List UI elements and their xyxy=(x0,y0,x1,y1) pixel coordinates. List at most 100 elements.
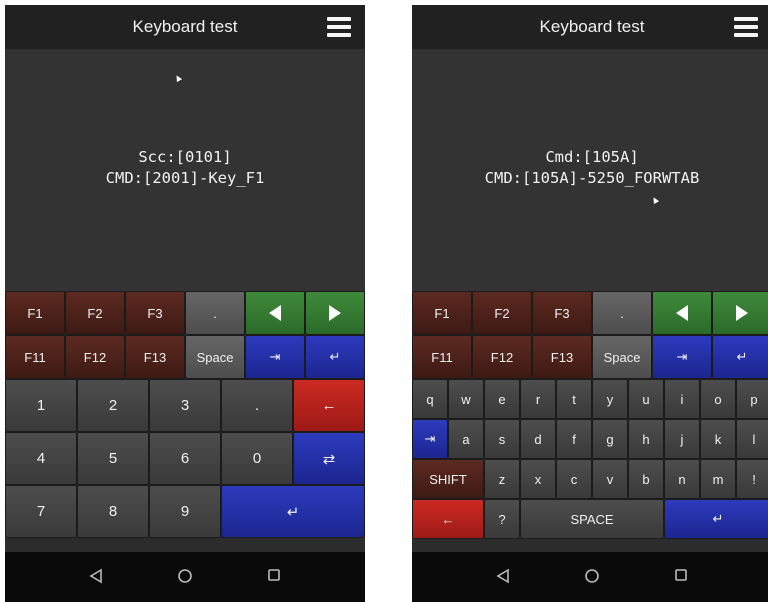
key-left-arrow[interactable] xyxy=(652,291,712,335)
key-f2[interactable]: F2 xyxy=(472,291,532,335)
key-j[interactable]: j xyxy=(664,419,700,459)
key-2[interactable]: 2 xyxy=(77,379,149,432)
key-f12[interactable]: F12 xyxy=(472,335,532,379)
key-enter[interactable]: ↵ xyxy=(305,335,365,379)
recents-icon[interactable] xyxy=(674,568,688,582)
key-k[interactable]: k xyxy=(700,419,736,459)
key-f1[interactable]: F1 xyxy=(5,291,65,335)
key-r[interactable]: r xyxy=(520,379,556,419)
key-f11[interactable]: F11 xyxy=(412,335,472,379)
enter-icon: ↵ xyxy=(286,503,300,521)
key-f12[interactable]: F12 xyxy=(65,335,125,379)
key-f2[interactable]: F2 xyxy=(65,291,125,335)
enter-icon: ↵ xyxy=(712,511,724,526)
key-f13[interactable]: F13 xyxy=(532,335,592,379)
key-x[interactable]: x xyxy=(520,459,556,499)
keyboard: F1 F2 F3 . F11 F12 F13 Space ⇥ ↵ q w e r… xyxy=(412,291,768,552)
key-decimal[interactable]: . xyxy=(221,379,293,432)
tab-icon: ⇥ xyxy=(424,431,436,446)
key-4[interactable]: 4 xyxy=(5,432,77,485)
key-space[interactable]: Space xyxy=(592,335,652,379)
key-g[interactable]: g xyxy=(592,419,628,459)
key-z[interactable]: z xyxy=(484,459,520,499)
status-line: Cmd:[105A] xyxy=(545,148,639,166)
keyboard: F1 F2 F3 . F11 F12 F13 Space ⇥ ↵ 1 2 3 .… xyxy=(5,291,365,552)
app-title: Keyboard test xyxy=(132,17,238,36)
back-icon[interactable] xyxy=(496,568,510,584)
key-tab-small[interactable]: ⇥ xyxy=(412,419,448,459)
key-5[interactable]: 5 xyxy=(77,432,149,485)
key-b[interactable]: b xyxy=(628,459,664,499)
key-f3[interactable]: F3 xyxy=(532,291,592,335)
key-shift[interactable]: SHIFT xyxy=(412,459,484,499)
back-icon[interactable] xyxy=(89,568,103,584)
key-7[interactable]: 7 xyxy=(5,485,77,538)
key-3[interactable]: 3 xyxy=(149,379,221,432)
key-l[interactable]: l xyxy=(736,419,768,459)
pointer-cursor-icon xyxy=(650,195,660,205)
menu-icon[interactable] xyxy=(327,17,351,37)
key-m[interactable]: m xyxy=(700,459,736,499)
menu-icon[interactable] xyxy=(734,17,758,37)
key-f13[interactable]: F13 xyxy=(125,335,185,379)
key-s[interactable]: s xyxy=(484,419,520,459)
key-f11[interactable]: F11 xyxy=(5,335,65,379)
key-v[interactable]: v xyxy=(592,459,628,499)
key-h[interactable]: h xyxy=(628,419,664,459)
key-f1[interactable]: F1 xyxy=(412,291,472,335)
key-u[interactable]: u xyxy=(628,379,664,419)
recents-icon[interactable] xyxy=(267,568,281,582)
key-o[interactable]: o xyxy=(700,379,736,419)
tab-icon: ⇥ xyxy=(269,349,281,364)
android-nav-bar xyxy=(5,552,365,602)
key-tab[interactable]: ⇥ xyxy=(245,335,305,379)
key-6[interactable]: 6 xyxy=(149,432,221,485)
backspace-icon: ← xyxy=(321,397,337,414)
pointer-cursor-icon xyxy=(173,73,183,83)
key-backspace[interactable]: ← xyxy=(293,379,365,432)
key-question[interactable]: ? xyxy=(484,499,520,539)
key-q[interactable]: q xyxy=(412,379,448,419)
key-a[interactable]: a xyxy=(448,419,484,459)
key-exclamation[interactable]: ! xyxy=(736,459,768,499)
title-bar: Keyboard test xyxy=(5,5,365,49)
key-1[interactable]: 1 xyxy=(5,379,77,432)
key-tab[interactable]: ⇥ xyxy=(652,335,712,379)
key-f[interactable]: f xyxy=(556,419,592,459)
home-icon[interactable] xyxy=(177,568,193,584)
key-f3[interactable]: F3 xyxy=(125,291,185,335)
android-nav-bar xyxy=(412,552,768,602)
key-left-arrow[interactable] xyxy=(245,291,305,335)
key-backspace[interactable]: ← xyxy=(412,499,484,539)
right-phone-screen: Keyboard test Cmd:[105A] CMD:[105A]-5250… xyxy=(412,5,768,602)
key-backtab[interactable]: ⇄ xyxy=(293,432,365,485)
key-w[interactable]: w xyxy=(448,379,484,419)
key-8[interactable]: 8 xyxy=(77,485,149,538)
key-dot[interactable]: . xyxy=(185,291,245,335)
key-right-arrow[interactable] xyxy=(712,291,768,335)
key-enter[interactable]: ↵ xyxy=(712,335,768,379)
key-enter-large[interactable]: ↵ xyxy=(664,499,768,539)
output-display: Scc:[0101] CMD:[2001]-Key_F1 xyxy=(5,49,365,291)
key-space[interactable]: Space xyxy=(185,335,245,379)
command-line: CMD:[2001]-Key_F1 xyxy=(105,169,265,187)
key-c[interactable]: c xyxy=(556,459,592,499)
backspace-icon: ← xyxy=(441,511,455,527)
key-9[interactable]: 9 xyxy=(149,485,221,538)
key-d[interactable]: d xyxy=(520,419,556,459)
key-t[interactable]: t xyxy=(556,379,592,419)
app-title: Keyboard test xyxy=(539,17,645,36)
home-icon[interactable] xyxy=(584,568,600,584)
key-space-bar[interactable]: SPACE xyxy=(520,499,664,539)
key-dot[interactable]: . xyxy=(592,291,652,335)
key-i[interactable]: i xyxy=(664,379,700,419)
key-enter-large[interactable]: ↵ xyxy=(221,485,365,538)
key-n[interactable]: n xyxy=(664,459,700,499)
key-0[interactable]: 0 xyxy=(221,432,293,485)
key-e[interactable]: e xyxy=(484,379,520,419)
key-p[interactable]: p xyxy=(736,379,768,419)
key-right-arrow[interactable] xyxy=(305,291,365,335)
key-y[interactable]: y xyxy=(592,379,628,419)
left-phone-screen: Keyboard test Scc:[0101] CMD:[2001]-Key_… xyxy=(5,5,365,602)
backtab-icon: ⇄ xyxy=(322,450,336,468)
